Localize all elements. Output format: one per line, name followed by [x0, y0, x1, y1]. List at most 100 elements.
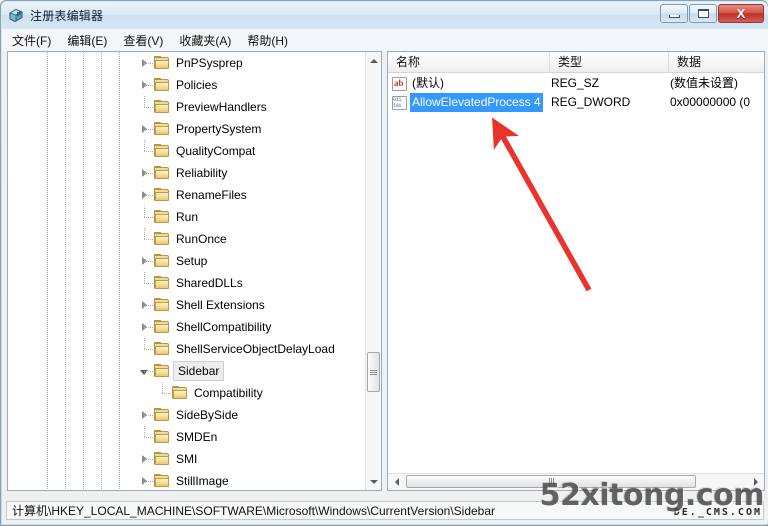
- tree-connector-line: [144, 305, 154, 306]
- tree-connector-line: [144, 63, 154, 64]
- registry-value-row[interactable]: AllowElevatedProcess 4 REG_DWORD 0x0000000…: [388, 93, 764, 112]
- folder-icon: [154, 210, 170, 224]
- tree-item-shell-extensions[interactable]: Shell Extensions: [8, 294, 365, 316]
- tree-item-previewhandlers[interactable]: PreviewHandlers: [8, 96, 365, 118]
- tree-item-shellserviceobjectdelayload[interactable]: ShellServiceObjectDelayLoad: [8, 338, 365, 360]
- tree-item-compatibility[interactable]: Compatibility: [8, 382, 365, 404]
- registry-value-name: (默认): [412, 76, 444, 90]
- folder-icon: [154, 364, 170, 378]
- tree-item-shareddlls[interactable]: SharedDLLs: [8, 272, 365, 294]
- tree-item-qualitycompat[interactable]: QualityCompat: [8, 140, 365, 162]
- folder-icon: [172, 386, 188, 400]
- tree-item-reliability[interactable]: Reliability: [8, 162, 365, 184]
- tree-connector-line: [144, 239, 154, 240]
- list-horizontal-scrollbar[interactable]: [388, 473, 764, 490]
- tree-item-smden[interactable]: SMDEn: [8, 426, 365, 448]
- status-path-box: 计算机\HKEY_LOCAL_MACHINE\SOFTWARE\Microsof…: [6, 501, 764, 520]
- menu-edit[interactable]: 编辑(E): [67, 30, 116, 51]
- column-header-name[interactable]: 名称: [388, 52, 550, 72]
- tree-scroll-down-button[interactable]: [366, 473, 381, 490]
- title-bar: 注册表编辑器 X: [2, 2, 768, 29]
- list-scroll-left-button[interactable]: [388, 474, 405, 490]
- tree-item-pnpsysprep[interactable]: PnPSysprep: [8, 52, 365, 74]
- tree-item-propertysystem[interactable]: PropertySystem: [8, 118, 365, 140]
- registry-value-name: AllowElevatedProcess 4: [410, 93, 543, 112]
- maximize-icon: [697, 9, 709, 18]
- menu-help[interactable]: 帮助(H): [247, 30, 297, 51]
- menu-favorites[interactable]: 收藏夹(A): [179, 30, 240, 51]
- folder-icon: [154, 144, 170, 158]
- tree-item-label: Shell Extensions: [176, 298, 265, 312]
- minimize-button[interactable]: [660, 4, 688, 23]
- tree-scroll-up-button[interactable]: [366, 52, 381, 69]
- tree-scroll-viewport[interactable]: PnPSysprep Policies PreviewHandlers Propert…: [8, 52, 365, 490]
- list-scroll-right-button[interactable]: [747, 474, 764, 490]
- tree-connector-line: [144, 481, 154, 482]
- window-frame: 注册表编辑器 X 文件(F) 编辑(E) 查看(V) 收藏夹(A) 帮助(H): [0, 0, 768, 526]
- scroll-down-arrow-icon: [369, 479, 378, 484]
- tree-item-stillimage[interactable]: StillImage: [8, 470, 365, 490]
- close-button[interactable]: X: [718, 4, 764, 23]
- tree-item-label: SharedDLLs: [176, 276, 243, 290]
- folder-icon: [154, 254, 170, 268]
- minimize-icon: [668, 14, 680, 18]
- folder-icon: [154, 320, 170, 334]
- folder-icon: [154, 188, 170, 202]
- close-icon: X: [736, 6, 746, 21]
- tree-item-label: StillImage: [176, 474, 229, 488]
- tree-item-shellcompatibility[interactable]: ShellCompatibility: [8, 316, 365, 338]
- tree-item-renamefiles[interactable]: RenameFiles: [8, 184, 365, 206]
- status-bar: 计算机\HKEY_LOCAL_MACHINE\SOFTWARE\Microsof…: [2, 498, 768, 524]
- column-header-type[interactable]: 类型: [550, 52, 669, 72]
- folder-icon: [154, 430, 170, 444]
- tree-connector-line: [144, 195, 154, 196]
- folder-icon: [154, 166, 170, 180]
- folder-icon: [154, 276, 170, 290]
- folder-icon: [154, 78, 170, 92]
- tree-item-label: SMI: [176, 452, 198, 466]
- registry-editor-icon: [8, 8, 24, 24]
- tree-item-label: PreviewHandlers: [176, 100, 267, 114]
- tree-connector-line: [162, 393, 172, 394]
- tree-item-sidebyside[interactable]: SideBySide: [8, 404, 365, 426]
- dword-value-icon: [392, 95, 407, 110]
- menu-file[interactable]: 文件(F): [12, 30, 60, 51]
- folder-icon: [154, 474, 170, 488]
- registry-tree-pane: PnPSysprep Policies PreviewHandlers Propert…: [7, 51, 382, 491]
- folder-icon: [154, 122, 170, 136]
- tree-item-label: Compatibility: [194, 386, 263, 400]
- registry-value-row[interactable]: (默认) REG_SZ (数值未设置): [388, 74, 764, 93]
- column-header-data[interactable]: 数据: [669, 52, 764, 72]
- maximize-button[interactable]: [689, 4, 717, 23]
- tree-item-label: RenameFiles: [176, 188, 247, 202]
- tree-item-label: SMDEn: [176, 430, 218, 444]
- scroll-right-arrow-icon: [753, 478, 758, 486]
- menu-bar: 文件(F) 编辑(E) 查看(V) 收藏夹(A) 帮助(H): [2, 29, 768, 51]
- tree-item-runonce[interactable]: RunOnce: [8, 228, 365, 250]
- tree-connector-line: [144, 261, 154, 262]
- tree-item-run[interactable]: Run: [8, 206, 365, 228]
- tree-item-sidebar[interactable]: Sidebar: [8, 360, 365, 382]
- folder-icon: [154, 298, 170, 312]
- tree-item-label: PropertySystem: [176, 122, 262, 136]
- tree-item-label: Sidebar: [173, 361, 225, 381]
- tree-connector-line: [144, 129, 154, 130]
- tree-item-smi[interactable]: SMI: [8, 448, 365, 470]
- tree-item-label: Setup: [176, 254, 208, 268]
- tree-expander-collapsed-icon[interactable]: [137, 470, 151, 490]
- registry-value-type: REG_DWORD: [551, 95, 631, 109]
- list-scroll-thumb[interactable]: [406, 475, 696, 488]
- tree-item-label: Run: [176, 210, 199, 224]
- tree-scroll-thumb[interactable]: [367, 352, 380, 392]
- tree-connector-line: [144, 459, 154, 460]
- tree-item-policies[interactable]: Policies: [8, 74, 365, 96]
- string-value-icon: [392, 76, 407, 91]
- folder-icon: [154, 342, 170, 356]
- folder-icon: [154, 232, 170, 246]
- tree-connector-line: [144, 151, 154, 152]
- current-registry-path: 计算机\HKEY_LOCAL_MACHINE\SOFTWARE\Microsof…: [12, 504, 496, 518]
- tree-vertical-scrollbar[interactable]: [365, 52, 381, 490]
- tree-item-setup[interactable]: Setup: [8, 250, 365, 272]
- registry-value-type: REG_SZ: [551, 76, 600, 90]
- menu-view[interactable]: 查看(V): [123, 30, 172, 51]
